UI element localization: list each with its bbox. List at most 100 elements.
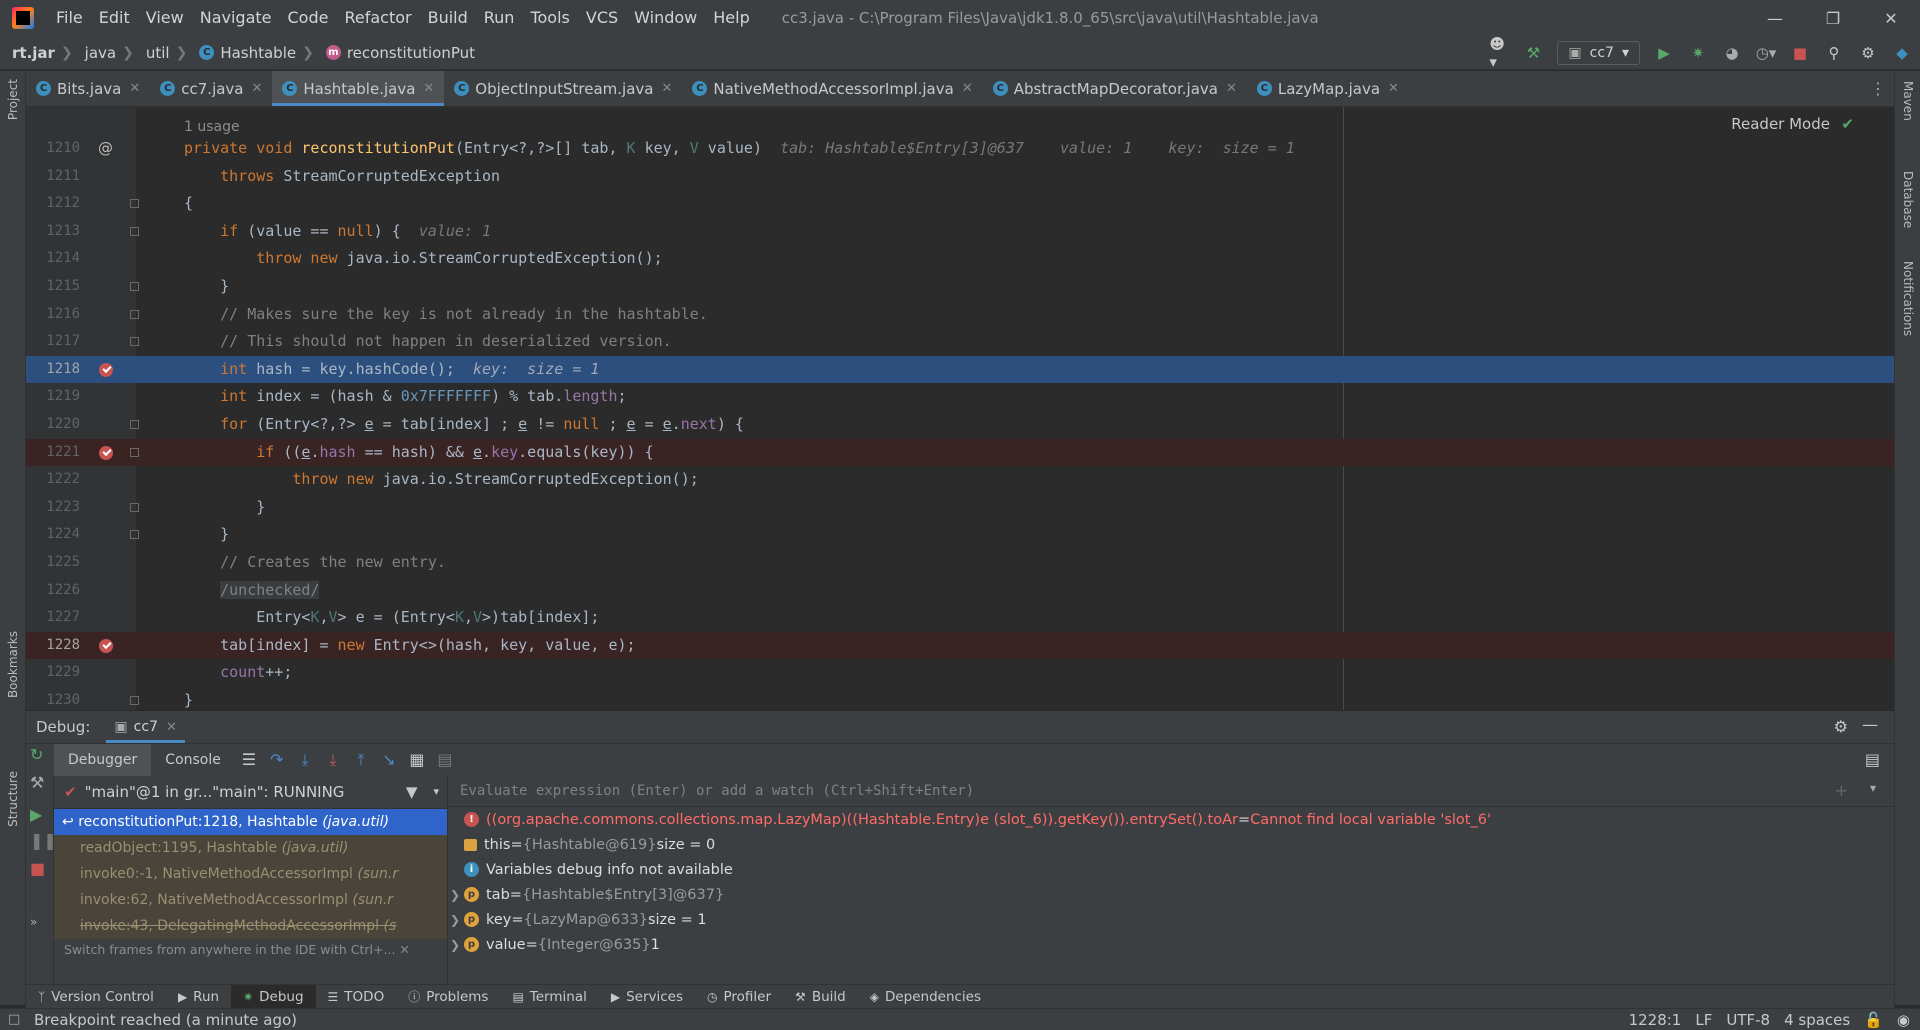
stack-frame[interactable]: ↩ reconstitutionPut:1218, Hashtable (jav… (54, 809, 447, 835)
close-icon[interactable]: ✕ (129, 81, 140, 96)
breadcrumb-java[interactable]: java ❯ (73, 44, 134, 62)
more-tabs-icon[interactable]: ⋮ (1870, 79, 1886, 98)
expand-arrow-icon[interactable]: ❯ (448, 913, 464, 927)
fold-icon[interactable] (130, 309, 139, 319)
close-icon[interactable]: ✕ (1388, 81, 1399, 96)
close-icon[interactable]: ✕ (962, 81, 973, 96)
step-over-icon[interactable]: ↷ (263, 750, 291, 769)
build-tool-button[interactable]: ⚒ Build (783, 985, 858, 1009)
stack-frame[interactable]: readObject:1195, Hashtable (java.util) (54, 835, 447, 861)
dependencies-tool-button[interactable]: ◈ Dependencies (858, 985, 993, 1009)
maven-tool-button[interactable]: Maven (1901, 81, 1915, 121)
filter-icon[interactable]: ▼ (406, 783, 418, 801)
fold-icon[interactable] (130, 282, 139, 291)
hide-panel-icon[interactable]: — (1862, 715, 1878, 734)
fold-icon[interactable] (130, 530, 139, 540)
evaluate-expression-icon[interactable]: ▦ (403, 750, 431, 769)
rerun-icon[interactable]: ↻ (30, 745, 43, 764)
implements-icon[interactable]: @ (98, 135, 113, 163)
file-encoding[interactable]: UTF-8 (1726, 1011, 1770, 1029)
menu-refactor[interactable]: Refactor (336, 0, 419, 36)
usage-hint[interactable]: 1 usage (184, 119, 240, 135)
thread-select[interactable]: ✔ "main"@1 in gr..."main": RUNNING ▼ ▾ (54, 775, 447, 809)
tool-windows-icon[interactable]: □ (8, 1012, 20, 1027)
tab-nativemethodaccessorimpl-java[interactable]: C NativeMethodAccessorImpl.java ✕ (682, 71, 982, 106)
fold-icon[interactable] (130, 502, 139, 512)
tab-debugger[interactable]: Debugger (54, 743, 152, 776)
minimize-icon[interactable]: — (1746, 0, 1804, 36)
run-to-cursor-icon[interactable]: ↘ (375, 750, 403, 769)
run-tool-button[interactable]: ▶ Run (166, 985, 231, 1009)
memory-indicator-icon[interactable]: ◉ (1897, 1011, 1910, 1029)
more-actions-icon[interactable]: » (30, 915, 37, 929)
indent-setting[interactable]: 4 spaces (1784, 1011, 1850, 1029)
tab-lazymap-java[interactable]: C LazyMap.java ✕ (1247, 71, 1409, 106)
restore-icon[interactable]: ❐ (1804, 0, 1862, 36)
fold-icon[interactable] (130, 447, 139, 457)
terminal-tool-button[interactable]: ▤ Terminal (500, 985, 598, 1009)
run-icon[interactable]: ▶ (1654, 43, 1674, 63)
close-window-icon[interactable]: ✕ (1862, 0, 1920, 36)
line-separator[interactable]: LF (1695, 1011, 1712, 1029)
debug-tool-button[interactable]: ✷ Debug (231, 984, 316, 1009)
profiler-icon[interactable]: ◷▾ (1756, 43, 1777, 63)
services-tool-button[interactable]: ▶ Services (599, 985, 695, 1009)
step-out-icon[interactable]: ⤒ (347, 750, 375, 770)
search-icon[interactable]: ⚲ (1824, 43, 1844, 63)
variable-row-key[interactable]: ❯ p key = {LazyMap@633} size = 1 (448, 907, 1894, 932)
structure-tool-button[interactable]: Structure (6, 771, 20, 827)
lock-icon[interactable]: 🔓 (1864, 1011, 1883, 1029)
tab-cc7-java[interactable]: Ccc7.java ✕ (150, 71, 272, 106)
menu-file[interactable]: File (48, 0, 91, 36)
status-message[interactable]: Breakpoint reached (a minute ago) (0, 1011, 297, 1029)
code-editor[interactable]: 1 usage Reader Mode ✔ 1210 @ private voi… (26, 107, 1894, 710)
close-icon[interactable]: ✕ (661, 81, 672, 96)
resume-icon[interactable]: ▶ (30, 805, 42, 824)
menu-view[interactable]: View (138, 0, 192, 36)
add-watch-icon[interactable]: + (1835, 781, 1848, 800)
breakpoint-icon[interactable] (99, 445, 113, 460)
coverage-icon[interactable]: ◕ (1722, 43, 1742, 63)
breadcrumb-method[interactable]: m reconstitutionPut (314, 44, 475, 62)
debug-session-tab[interactable]: ▣ cc7 ✕ (106, 711, 186, 743)
menu-code[interactable]: Code (280, 0, 337, 36)
variable-row-tab[interactable]: ❯ p tab = {Hashtable$Entry[3]@637} (448, 882, 1894, 907)
version-control-button[interactable]: ᛉ Version Control (26, 985, 166, 1009)
close-icon[interactable]: ✕ (1226, 81, 1237, 96)
expand-arrow-icon[interactable]: ❯ (448, 938, 464, 952)
fold-icon[interactable] (130, 420, 139, 429)
toolbox-icon[interactable]: ◆ (1892, 43, 1912, 63)
run-configuration-select[interactable]: ▣ cc7 ▾ (1557, 41, 1640, 65)
pause-icon[interactable]: ❚❚ (30, 831, 57, 850)
fold-icon[interactable] (130, 337, 139, 347)
force-step-into-icon[interactable]: ⤓ (319, 750, 347, 770)
wrench-icon[interactable]: ⚒ (30, 773, 44, 792)
stop-icon[interactable]: ■ (1790, 43, 1810, 63)
inspection-ok-icon[interactable]: ✔ (1841, 115, 1854, 133)
breadcrumb-util[interactable]: util ❯ (134, 44, 187, 62)
expand-arrow-icon[interactable]: ❯ (448, 888, 464, 902)
menu-tools[interactable]: Tools (522, 0, 577, 36)
database-tool-button[interactable]: Database (1901, 171, 1915, 228)
tab-abstractmapdecorator-java[interactable]: C AbstractMapDecorator.java ✕ (983, 71, 1247, 106)
project-tool-button[interactable]: Project (6, 79, 20, 120)
breakpoint-icon[interactable] (99, 362, 113, 377)
menu-navigate[interactable]: Navigate (192, 0, 280, 36)
close-icon[interactable]: ✕ (252, 81, 263, 96)
step-into-icon[interactable]: ⤓ (291, 750, 319, 770)
settings-gear-icon[interactable]: ⚙ (1858, 43, 1878, 63)
chevron-down-icon[interactable]: ▾ (433, 785, 439, 798)
close-icon[interactable]: ✕ (399, 942, 409, 957)
settings-gear-icon[interactable]: ⚙ (1834, 717, 1848, 736)
todo-tool-button[interactable]: ☰ TODO (316, 985, 397, 1009)
fold-icon[interactable] (130, 696, 139, 705)
fold-icon[interactable] (130, 199, 139, 209)
menu-run[interactable]: Run (476, 0, 523, 36)
profiler-tool-button[interactable]: ◷ Profiler (695, 985, 783, 1009)
stop-icon[interactable]: ■ (30, 859, 45, 878)
caret-position[interactable]: 1228:1 (1629, 1011, 1682, 1029)
tab-console[interactable]: Console (151, 744, 235, 776)
menu-build[interactable]: Build (420, 0, 476, 36)
close-icon[interactable]: ✕ (423, 81, 434, 96)
fold-icon[interactable] (130, 226, 139, 236)
